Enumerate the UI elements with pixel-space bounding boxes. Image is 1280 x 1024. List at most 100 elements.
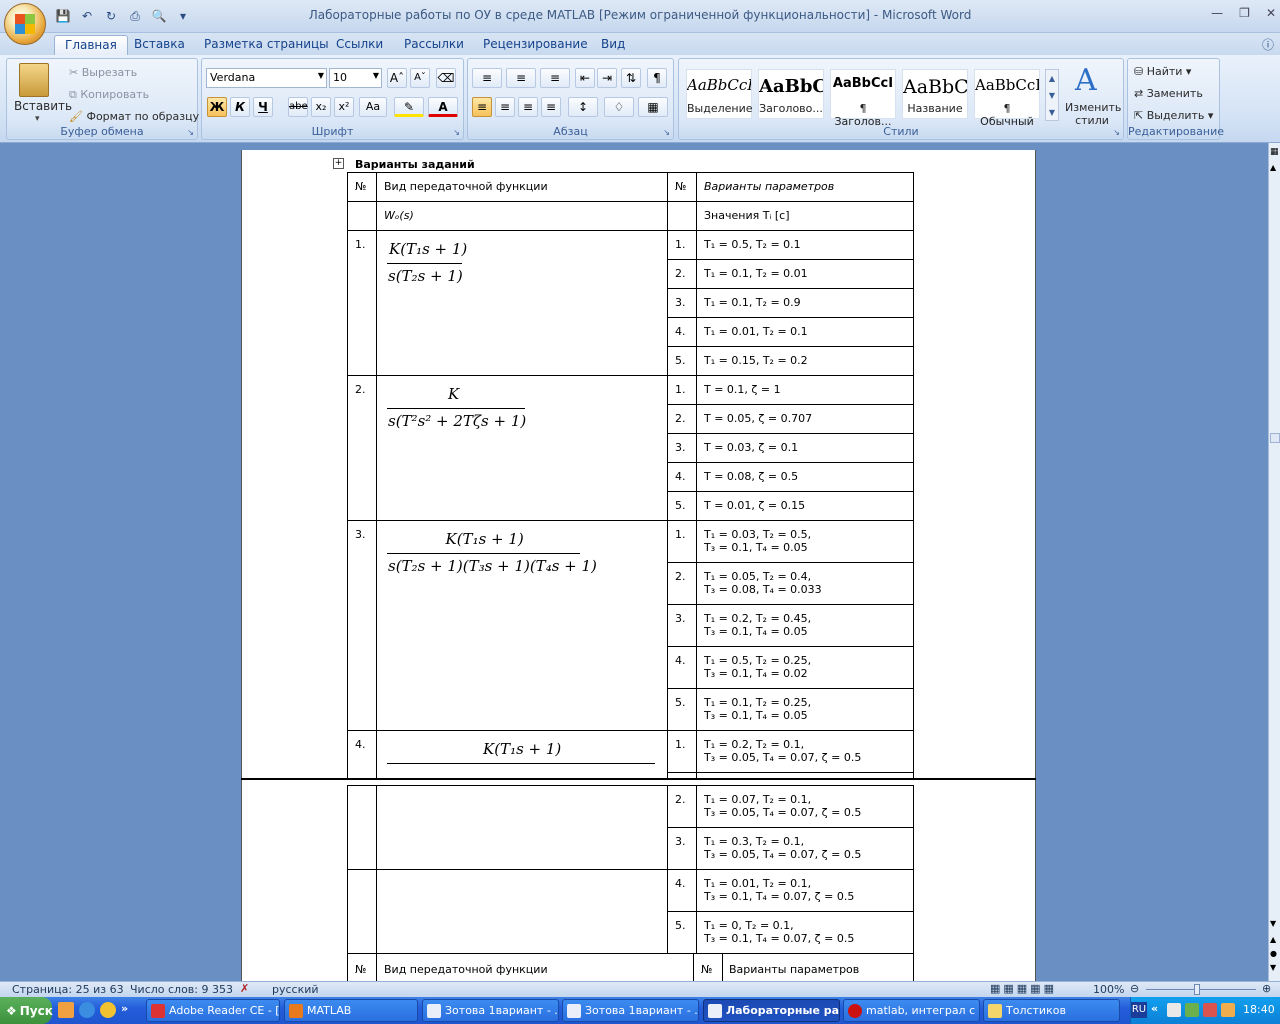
tray-app-icon[interactable] bbox=[1221, 1003, 1235, 1017]
highlight-icon[interactable]: ✎ bbox=[394, 97, 424, 117]
taskbar-item[interactable]: Adobe Reader CE - [... bbox=[146, 999, 280, 1022]
style-normal[interactable]: AaBbCcI ¶ Обычный bbox=[974, 69, 1040, 128]
style-heading1[interactable]: AaBbC Заголово... bbox=[758, 69, 824, 119]
cut-button[interactable]: ✂ Вырезать bbox=[69, 66, 137, 79]
start-button[interactable]: ❖ Пуск bbox=[0, 997, 53, 1024]
decrease-indent-icon[interactable]: ⇤ bbox=[575, 68, 595, 88]
desktop-icon[interactable] bbox=[58, 1002, 74, 1018]
style-heading2[interactable]: AaBbCcI ¶ Заголов... bbox=[830, 69, 896, 128]
copy-button[interactable]: ⧉ Копировать bbox=[69, 88, 149, 102]
italic-button[interactable]: К bbox=[230, 97, 250, 117]
print-icon[interactable]: ⎙ bbox=[126, 7, 144, 25]
tab-insert[interactable]: Вставка bbox=[124, 35, 195, 55]
scroll-thumb[interactable] bbox=[1270, 433, 1280, 443]
clear-format-icon[interactable]: ⌫ bbox=[436, 68, 456, 88]
font-color-icon[interactable]: A bbox=[428, 97, 458, 117]
dialog-launcher-icon[interactable]: ↘ bbox=[663, 128, 670, 137]
ie-icon[interactable] bbox=[79, 1002, 95, 1018]
align-left-icon[interactable]: ≡ bbox=[472, 97, 492, 117]
dialog-launcher-icon[interactable]: ↘ bbox=[1113, 128, 1120, 137]
font-name-select[interactable]: Verdana ▼ bbox=[206, 68, 327, 88]
subscript-button[interactable]: x₂ bbox=[311, 97, 331, 117]
zoom-slider[interactable] bbox=[1146, 989, 1256, 990]
save-icon[interactable]: 💾 bbox=[54, 7, 72, 25]
multilevel-list-icon[interactable]: ≡ bbox=[540, 68, 570, 88]
align-center-icon[interactable]: ≡ bbox=[495, 97, 515, 117]
table-move-handle-icon[interactable]: + bbox=[333, 158, 344, 169]
grow-font-button[interactable]: Aˆ bbox=[387, 68, 407, 88]
taskbar-item[interactable]: Толстиков bbox=[983, 999, 1120, 1022]
paste-dropdown-icon[interactable]: ▾ bbox=[35, 114, 40, 124]
increase-indent-icon[interactable]: ⇥ bbox=[597, 68, 617, 88]
tab-references[interactable]: Ссылки bbox=[326, 35, 393, 55]
proofing-icon[interactable]: ✗ bbox=[240, 982, 249, 995]
change-styles-button[interactable]: Изменить стили bbox=[1065, 101, 1121, 127]
document-page[interactable]: 2. T₁ = 0.07, T₂ = 0.1, T₃ = 0.05, T₄ = 0.… bbox=[241, 780, 1036, 981]
tray-expand-icon[interactable]: « bbox=[1151, 1002, 1158, 1015]
line-spacing-icon[interactable]: ↕ bbox=[568, 97, 598, 117]
taskbar-item[interactable]: Зотова 1вариант - ... bbox=[562, 999, 699, 1022]
change-case-button[interactable]: Aa bbox=[359, 97, 387, 117]
numbering-icon[interactable]: ≡ bbox=[506, 68, 536, 88]
prev-page-icon[interactable]: ▲ bbox=[1270, 935, 1276, 944]
pilcrow-icon[interactable]: ¶ bbox=[647, 68, 667, 88]
replace-button[interactable]: ⇄ Заменить bbox=[1134, 87, 1203, 100]
tab-view[interactable]: Вид bbox=[591, 35, 635, 55]
more-icon[interactable]: » bbox=[121, 1002, 128, 1018]
underline-button[interactable]: Ч bbox=[253, 97, 273, 117]
vertical-scrollbar[interactable]: ▦ ▲ ▼ ▲ ● ▼ bbox=[1268, 143, 1280, 981]
customize-qat-icon[interactable]: ▾ bbox=[174, 7, 192, 25]
tray-app-icon[interactable] bbox=[1167, 1003, 1181, 1017]
borders-icon[interactable]: ▦ bbox=[638, 97, 668, 117]
tab-page-layout[interactable]: Разметка страницы bbox=[194, 35, 339, 55]
restore-button[interactable]: ❐ bbox=[1239, 6, 1250, 20]
shading-icon[interactable]: ♢ bbox=[604, 97, 634, 117]
bold-button[interactable]: Ж bbox=[207, 97, 227, 117]
strikethrough-button[interactable]: abe bbox=[288, 97, 308, 117]
sort-icon[interactable]: ⇅ bbox=[621, 68, 641, 88]
scroll-up-icon[interactable]: ▲ bbox=[1270, 163, 1276, 172]
style-title[interactable]: AaBbC Название bbox=[902, 69, 968, 119]
print-preview-icon[interactable]: 🔍 bbox=[150, 7, 168, 25]
paste-icon[interactable] bbox=[19, 63, 49, 97]
help-icon[interactable]: ⓘ bbox=[1262, 36, 1274, 53]
tray-app-icon[interactable] bbox=[1185, 1003, 1199, 1017]
styles-scroll[interactable]: ▲ ▼ ▼ bbox=[1045, 69, 1059, 121]
taskbar-item[interactable]: matlab, интеграл с ... bbox=[843, 999, 980, 1022]
minimize-button[interactable]: — bbox=[1211, 6, 1223, 20]
dialog-launcher-icon[interactable]: ↘ bbox=[187, 128, 194, 137]
paste-button[interactable]: Вставить bbox=[14, 99, 72, 113]
close-button[interactable]: ✕ bbox=[1266, 6, 1276, 20]
tray-app-icon[interactable] bbox=[1203, 1003, 1217, 1017]
next-page-icon[interactable]: ▼ bbox=[1270, 963, 1276, 972]
tab-mailings[interactable]: Рассылки bbox=[394, 35, 474, 55]
undo-icon[interactable]: ↶ bbox=[78, 7, 96, 25]
align-right-icon[interactable]: ≡ bbox=[518, 97, 538, 117]
style-emphasis[interactable]: AaBbCcI Выделение bbox=[686, 69, 753, 119]
bullets-icon[interactable]: ≡ bbox=[472, 68, 502, 88]
view-buttons[interactable]: ▦▦▦▦▦ bbox=[990, 982, 1057, 995]
ruler-toggle-icon[interactable]: ▦ bbox=[1270, 147, 1279, 157]
language-status[interactable]: русский bbox=[272, 983, 319, 996]
language-indicator[interactable]: RU bbox=[1131, 1002, 1147, 1018]
zoom-in-icon[interactable]: ⊕ bbox=[1262, 982, 1271, 995]
tab-home[interactable]: Главная bbox=[54, 35, 128, 55]
font-size-select[interactable]: 10 ▼ bbox=[329, 68, 382, 88]
redo-icon[interactable]: ↻ bbox=[102, 7, 120, 25]
word-count[interactable]: Число слов: 9 353 bbox=[130, 983, 233, 996]
superscript-button[interactable]: x² bbox=[334, 97, 354, 117]
change-styles-icon[interactable]: A bbox=[1075, 63, 1097, 98]
zoom-slider-thumb[interactable] bbox=[1194, 984, 1200, 995]
document-page[interactable]: + Варианты заданий № Вид передаточной фун… bbox=[241, 150, 1036, 778]
browse-object-icon[interactable]: ● bbox=[1270, 949, 1277, 958]
zoom-level[interactable]: 100% bbox=[1093, 983, 1124, 996]
taskbar-item[interactable]: Зотова 1вариант - ... bbox=[422, 999, 559, 1022]
office-button[interactable] bbox=[4, 3, 46, 45]
tab-review[interactable]: Рецензирование bbox=[473, 35, 598, 55]
shrink-font-button[interactable]: Aˇ bbox=[410, 68, 430, 88]
taskbar-item[interactable]: MATLAB bbox=[284, 999, 418, 1022]
page-count[interactable]: Страница: 25 из 63 bbox=[12, 983, 124, 996]
zoom-out-icon[interactable]: ⊖ bbox=[1130, 982, 1139, 995]
find-button[interactable]: ⛁ Найти ▾ bbox=[1134, 65, 1191, 78]
media-player-icon[interactable] bbox=[100, 1002, 116, 1018]
